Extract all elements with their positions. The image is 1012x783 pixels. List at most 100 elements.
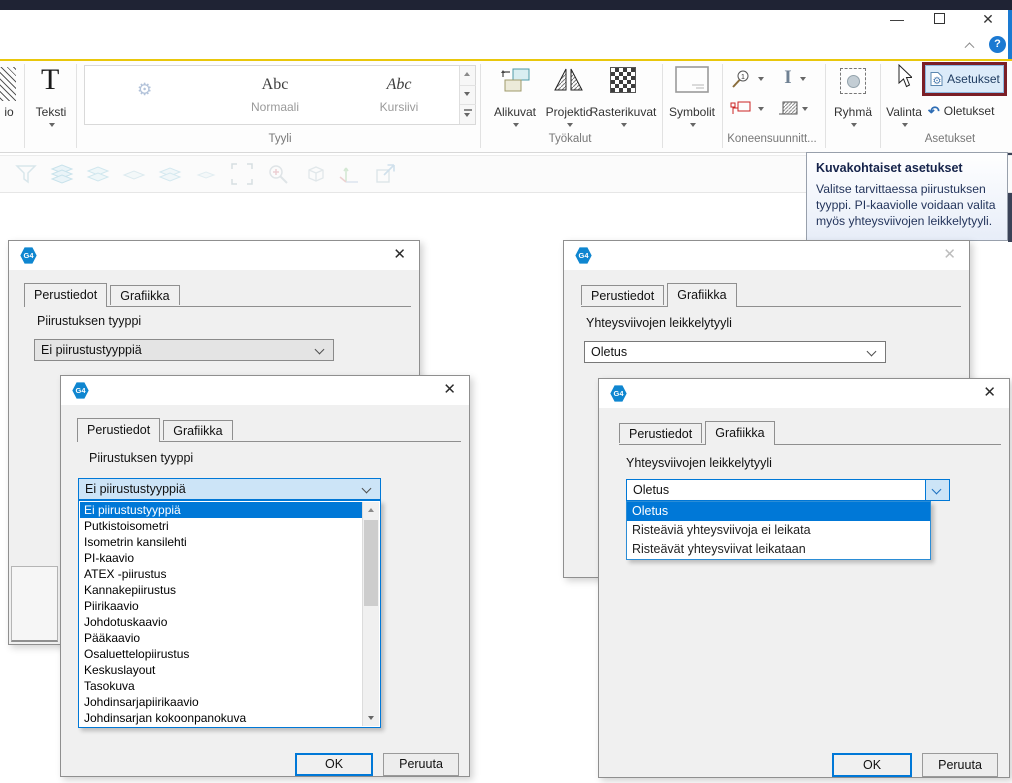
list-item[interactable]: Putkistoisometri — [80, 518, 362, 534]
tab-perustiedot[interactable]: Perustiedot — [77, 418, 160, 442]
dropdown-arrow-icon[interactable] — [758, 77, 764, 81]
list-item[interactable]: Kannakepiirustus — [80, 582, 362, 598]
list-items: Ei piirustustyyppiä Putkistoisometri Iso… — [80, 502, 362, 726]
defaults-button[interactable]: ↶ Oletukset — [928, 101, 1012, 121]
combobox-dropdown-button[interactable] — [925, 479, 950, 501]
minimize-button[interactable]: — — [884, 10, 910, 28]
layers-icon[interactable] — [50, 162, 74, 186]
close-button[interactable]: ✕ — [975, 10, 1001, 28]
ok-button[interactable]: OK — [832, 753, 912, 777]
axes-icon[interactable] — [338, 162, 362, 186]
scroll-thumb[interactable] — [364, 520, 378, 606]
hatch-icon[interactable] — [0, 67, 16, 101]
plane-icon[interactable] — [194, 162, 218, 186]
settings-button[interactable]: ⚙ Asetukset — [922, 62, 1007, 96]
cut-style-combobox[interactable]: Oletus — [626, 479, 926, 501]
cancel-button[interactable]: Peruuta — [383, 753, 459, 776]
gear-icon[interactable]: ⚙ — [137, 80, 152, 100]
scroll-up-icon[interactable] — [363, 502, 379, 518]
zoom-in-icon[interactable] — [266, 162, 290, 186]
gallery-scroll-down-icon[interactable] — [464, 92, 470, 96]
maximize-button[interactable] — [934, 13, 945, 24]
collapse-ribbon-icon[interactable] — [966, 41, 976, 51]
clipped-button-label[interactable]: io — [0, 105, 18, 119]
list-item[interactable]: Tasokuva — [80, 678, 362, 694]
gallery-scrollbar[interactable] — [459, 66, 475, 124]
list-item[interactable]: Johdinsarjan kokoonpanokuva — [80, 710, 362, 726]
list-item[interactable]: Risteävät yhteysviivat leikataan — [627, 540, 930, 559]
group-tool-button[interactable]: Ryhmä — [828, 61, 878, 147]
text-button[interactable]: T Teksti — [28, 61, 74, 147]
group-tool-label: Ryhmä — [826, 105, 880, 119]
tab-grafiikka[interactable]: Grafiikka — [110, 285, 179, 305]
tab-grafiikka[interactable]: Grafiikka — [705, 421, 774, 445]
dropdown-arrow-icon[interactable] — [758, 107, 764, 111]
drawing-type-dropdown-list: Ei piirustustyyppiä Putkistoisometri Iso… — [78, 500, 381, 728]
layers-thin-icon[interactable] — [158, 162, 182, 186]
gallery-more-bar — [464, 109, 472, 111]
tab-perustiedot[interactable]: Perustiedot — [24, 283, 107, 307]
tab-perustiedot[interactable]: Perustiedot — [581, 285, 664, 305]
group-label-style: Tyyli — [230, 133, 330, 145]
dialog-titlebar[interactable]: G4 ✕ — [61, 376, 469, 405]
list-item[interactable]: Johdinsarjapiirikaavio — [80, 694, 362, 710]
close-icon[interactable]: ✕ — [943, 245, 956, 263]
svg-text:⚙: ⚙ — [933, 76, 942, 87]
filter-icon[interactable] — [14, 162, 38, 186]
cut-style-dropdown-list: Oletus Risteäviä yhteysviivoja ei leikat… — [626, 501, 931, 560]
ok-button[interactable]: OK — [295, 753, 373, 776]
beam-button[interactable]: I — [778, 67, 798, 89]
list-item[interactable]: ATEX -piirustus — [80, 566, 362, 582]
combobox-value: Oletus — [633, 483, 669, 497]
dialog-titlebar[interactable]: G4 ✕ — [599, 379, 1009, 408]
style-italic[interactable]: Abc Kursiivi — [349, 76, 449, 114]
dropdown-arrow-icon[interactable] — [800, 77, 806, 81]
dialog-cut-style-front: G4 ✕ Perustiedot Grafiikka Yhteysviivoje… — [598, 378, 1010, 778]
group-divider — [480, 64, 481, 148]
tab-perustiedot[interactable]: Perustiedot — [619, 423, 702, 443]
mech-component-button[interactable] — [730, 99, 756, 119]
list-item[interactable]: Osaluettelopiirustus — [80, 646, 362, 662]
dialog-titlebar[interactable]: G4 ✕ — [564, 241, 969, 270]
symbols-button[interactable]: Symbolit — [664, 61, 720, 147]
list-item[interactable]: Oletus — [627, 502, 930, 521]
text-button-label: Teksti — [28, 105, 74, 119]
drawing-type-combobox[interactable]: Ei piirustustyyppiä — [34, 339, 334, 361]
close-icon[interactable]: ✕ — [983, 383, 996, 401]
group-divider — [24, 64, 25, 148]
close-icon[interactable]: ✕ — [443, 380, 456, 398]
list-item[interactable]: Isometrin kansilehti — [80, 534, 362, 550]
list-scrollbar[interactable] — [362, 502, 379, 726]
layers-alt-icon[interactable] — [86, 162, 110, 186]
list-item[interactable]: PI-kaavio — [80, 550, 362, 566]
cut-style-combobox[interactable]: Oletus — [584, 341, 886, 363]
dialog-titlebar[interactable]: G4 ✕ — [9, 241, 419, 270]
drawing-type-combobox[interactable]: Ei piirustustyyppiä — [78, 478, 381, 500]
dropdown-arrow-icon[interactable] — [802, 107, 808, 111]
scroll-down-icon[interactable] — [363, 710, 379, 726]
mech-hatch-button[interactable] — [778, 99, 800, 119]
raster-icon — [610, 67, 636, 93]
style-gallery[interactable]: ⚙ Abc Normaali Abc Kursiivi — [84, 65, 476, 125]
list-item[interactable]: Risteäviä yhteysviivoja ei leikata — [627, 521, 930, 540]
list-item[interactable]: Pääkaavio — [80, 630, 362, 646]
zoom-extents-icon[interactable] — [230, 162, 254, 186]
list-item[interactable]: Keskuslayout — [80, 662, 362, 678]
export-view-icon[interactable] — [374, 162, 398, 186]
tab-grafiikka[interactable]: Grafiikka — [667, 283, 736, 307]
list-item[interactable]: Johdotuskaavio — [80, 614, 362, 630]
mech-tag-button[interactable]: 1 — [730, 69, 756, 89]
cancel-button[interactable]: Peruuta — [922, 753, 998, 777]
chevron-down-icon — [867, 347, 877, 357]
gallery-more-icon[interactable] — [464, 113, 470, 117]
tab-grafiikka[interactable]: Grafiikka — [163, 420, 232, 440]
gallery-scroll-up-icon[interactable] — [464, 72, 470, 76]
help-icon[interactable]: ? — [989, 36, 1006, 53]
cube-icon[interactable] — [302, 162, 326, 186]
list-item[interactable]: Ei piirustustyyppiä — [80, 502, 362, 518]
style-normal[interactable]: Abc Normaali — [225, 76, 325, 114]
layer-flat-icon[interactable] — [122, 162, 146, 186]
close-icon[interactable]: ✕ — [393, 245, 406, 263]
list-item[interactable]: Piirikaavio — [80, 598, 362, 614]
occluded-panel — [11, 566, 58, 642]
